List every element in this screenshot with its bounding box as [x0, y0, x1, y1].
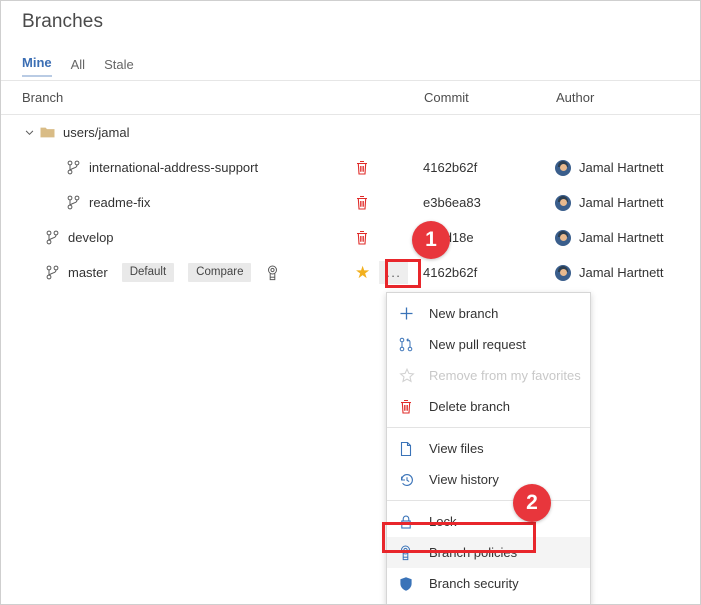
- trash-icon[interactable]: [355, 160, 369, 176]
- branch-cell: readme-fix: [1, 195, 355, 210]
- branch-context-menu: New branch New pull request: [386, 292, 591, 605]
- page-title: Branches: [22, 11, 103, 33]
- branch-cell: international-address-support: [1, 160, 355, 175]
- branch-cell: develop: [1, 230, 355, 245]
- table-row-folder[interactable]: users/jamal: [1, 115, 700, 150]
- menu-separator: [387, 427, 590, 428]
- git-branch-icon: [46, 230, 59, 245]
- commit-sha[interactable]: 4162b62f: [423, 160, 477, 175]
- commit-cell: 9bdd18e: [423, 230, 555, 245]
- git-branch-icon: [46, 265, 59, 280]
- branch-policy-icon[interactable]: [266, 265, 279, 281]
- trash-icon[interactable]: [355, 230, 369, 246]
- menu-item-label: Delete branch: [429, 399, 510, 414]
- folder-label: users/jamal: [63, 125, 129, 140]
- tab-mine[interactable]: Mine: [22, 55, 52, 77]
- menu-item-view-history[interactable]: View history: [387, 464, 590, 495]
- author-name: Jamal Hartnett: [579, 265, 664, 280]
- avatar: [555, 265, 571, 281]
- git-branch-icon: [67, 195, 80, 210]
- lock-icon: [399, 514, 421, 530]
- avatar: [555, 230, 571, 246]
- branch-name[interactable]: readme-fix: [89, 195, 150, 210]
- table-header-row: Branch Commit Author: [1, 81, 700, 115]
- column-header-author[interactable]: Author: [556, 90, 700, 105]
- file-icon: [399, 441, 421, 457]
- author-name: Jamal Hartnett: [579, 160, 664, 175]
- branches-page: Branches Mine All Stale Branch Commit Au…: [0, 0, 701, 605]
- menu-item-label: New pull request: [429, 337, 526, 352]
- compare-button[interactable]: Compare: [188, 263, 251, 282]
- menu-item-new-pull-request[interactable]: New pull request: [387, 329, 590, 360]
- git-branch-icon: [67, 160, 80, 175]
- branch-name[interactable]: develop: [68, 230, 114, 245]
- chevron-down-icon[interactable]: [22, 128, 36, 137]
- menu-item-remove-from-favorites: Remove from my favorites: [387, 360, 590, 391]
- menu-item-label: View files: [429, 441, 484, 456]
- author-name: Jamal Hartnett: [579, 195, 664, 210]
- author-cell: Jamal Hartnett: [555, 265, 700, 281]
- branch-actions-cell: [355, 230, 423, 246]
- author-cell: Jamal Hartnett: [555, 230, 700, 246]
- column-header-branch[interactable]: Branch: [1, 90, 355, 105]
- menu-item-view-files[interactable]: View files: [387, 433, 590, 464]
- star-filled-icon[interactable]: ★: [355, 264, 370, 281]
- shield-icon: [399, 576, 421, 592]
- branch-policy-icon: [399, 545, 421, 561]
- author-cell: Jamal Hartnett: [555, 160, 700, 176]
- menu-separator: [387, 500, 590, 501]
- folder-icon: [40, 126, 55, 139]
- commit-cell: 4162b62f: [423, 160, 555, 175]
- commit-sha[interactable]: e3b6ea83: [423, 195, 481, 210]
- star-outline-icon: [399, 368, 421, 383]
- table-row[interactable]: master Default Compare ★ ... 4162b62f: [1, 255, 700, 290]
- table-row[interactable]: develop 9bdd18e Jamal Hartnett: [1, 220, 700, 255]
- plus-icon: [399, 306, 421, 321]
- pull-request-icon: [399, 337, 421, 352]
- table-row[interactable]: readme-fix e3b6ea83 Jamal Hartnett: [1, 185, 700, 220]
- branch-actions-cell: [355, 195, 423, 211]
- menu-item-new-branch[interactable]: New branch: [387, 298, 590, 329]
- menu-item-branch-policies[interactable]: Branch policies: [387, 537, 590, 568]
- commit-cell: e3b6ea83: [423, 195, 555, 210]
- folder-cell: users/jamal: [1, 125, 355, 140]
- trash-icon[interactable]: [355, 195, 369, 211]
- branch-cell: master Default Compare: [1, 263, 355, 282]
- author-name: Jamal Hartnett: [579, 230, 664, 245]
- column-header-commit[interactable]: Commit: [423, 90, 556, 105]
- commit-cell: 4162b62f: [423, 265, 555, 280]
- avatar: [555, 160, 571, 176]
- branch-actions-cell: ★ ...: [355, 261, 423, 284]
- tab-stale[interactable]: Stale: [104, 57, 134, 77]
- badge-default: Default: [122, 263, 174, 282]
- more-actions-button[interactable]: ...: [379, 261, 408, 284]
- commit-sha[interactable]: 9bdd18e: [423, 230, 474, 245]
- avatar: [555, 195, 571, 211]
- menu-item-lock[interactable]: Lock: [387, 506, 590, 537]
- branch-name[interactable]: master: [68, 265, 108, 280]
- table-row[interactable]: international-address-support 4162b62f J…: [1, 150, 700, 185]
- commit-sha[interactable]: 4162b62f: [423, 265, 477, 280]
- tab-all[interactable]: All: [71, 57, 85, 77]
- filter-tabs: Mine All Stale: [22, 55, 134, 77]
- author-cell: Jamal Hartnett: [555, 195, 700, 211]
- menu-item-branch-security[interactable]: Branch security: [387, 568, 590, 599]
- menu-item-label: Remove from my favorites: [429, 368, 581, 383]
- history-icon: [399, 472, 421, 488]
- menu-item-delete-branch[interactable]: Delete branch: [387, 391, 590, 422]
- trash-icon: [399, 399, 421, 415]
- branch-name[interactable]: international-address-support: [89, 160, 258, 175]
- menu-item-label: New branch: [429, 306, 498, 321]
- menu-item-label: Lock: [429, 514, 456, 529]
- branch-actions-cell: [355, 160, 423, 176]
- menu-item-label: Branch security: [429, 576, 519, 591]
- branches-table: Branch Commit Author users/jamal: [1, 81, 700, 290]
- menu-item-label: Branch policies: [429, 545, 517, 560]
- menu-item-label: View history: [429, 472, 499, 487]
